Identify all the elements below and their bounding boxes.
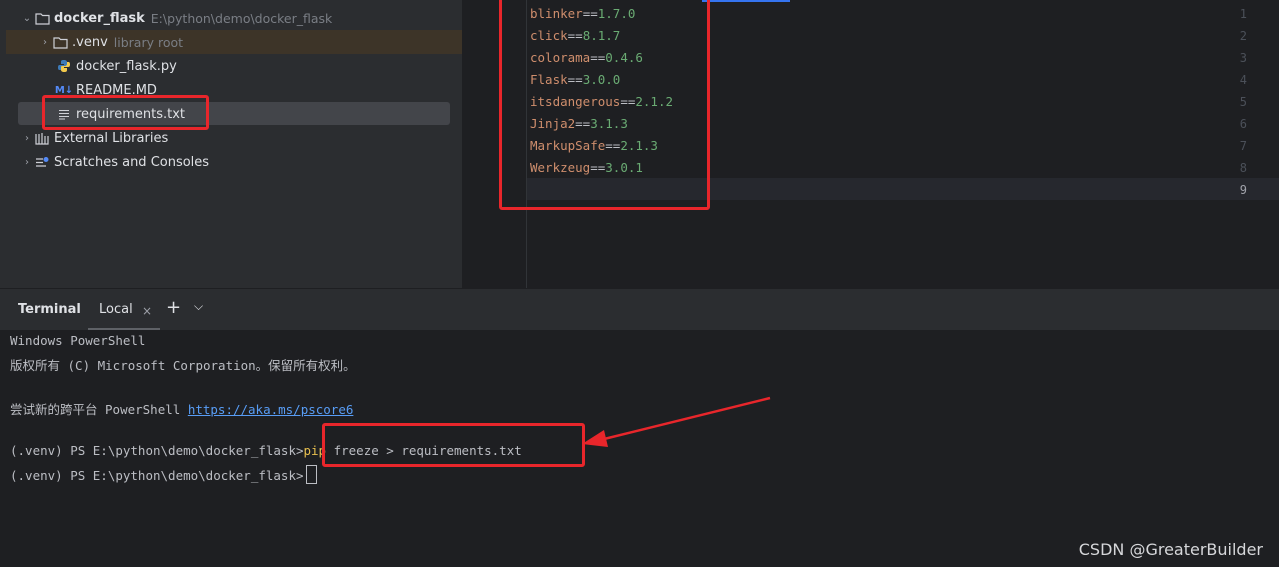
- watermark: CSDN @GreaterBuilder: [1078, 540, 1263, 559]
- annotation-arrow: [582, 396, 771, 447]
